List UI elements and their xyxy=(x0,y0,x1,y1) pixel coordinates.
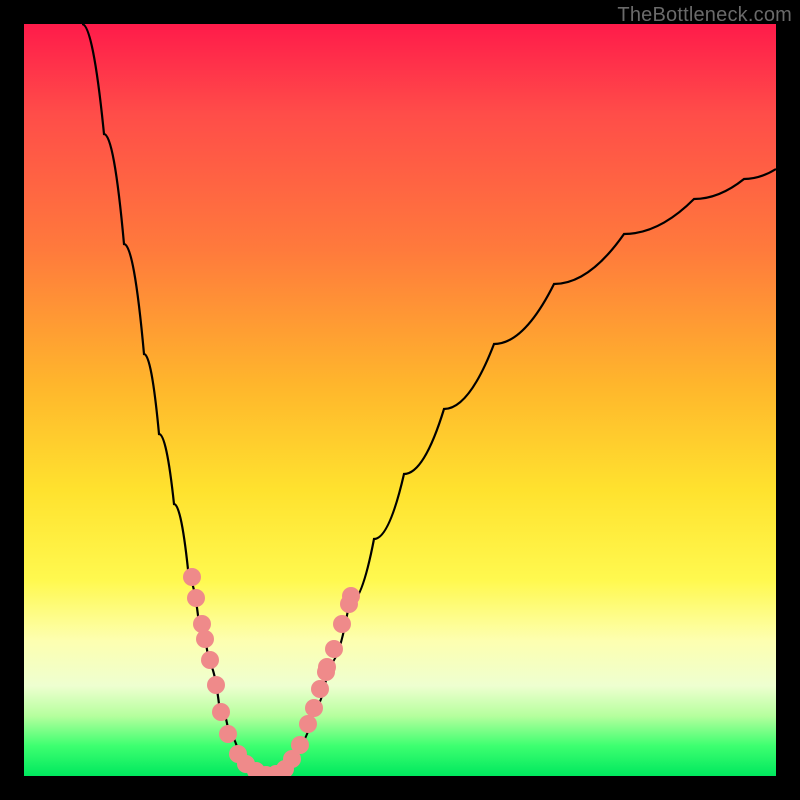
sample-point xyxy=(207,676,225,694)
sample-point xyxy=(187,589,205,607)
sample-point xyxy=(318,658,336,676)
sample-point xyxy=(183,568,201,586)
curve-left-curve xyxy=(82,24,269,775)
plot-svg xyxy=(24,24,776,776)
sample-point xyxy=(193,615,211,633)
sample-point xyxy=(305,699,323,717)
sample-point xyxy=(342,587,360,605)
curves-group xyxy=(82,24,776,775)
sample-point xyxy=(291,736,309,754)
markers-group xyxy=(183,568,360,776)
sample-point xyxy=(311,680,329,698)
sample-point xyxy=(299,715,317,733)
sample-point xyxy=(201,651,219,669)
chart-frame xyxy=(24,24,776,776)
watermark-text: TheBottleneck.com xyxy=(617,4,792,27)
curve-right-curve xyxy=(269,169,776,775)
sample-point xyxy=(196,630,214,648)
sample-point xyxy=(212,703,230,721)
sample-point xyxy=(219,725,237,743)
sample-point xyxy=(333,615,351,633)
sample-point xyxy=(325,640,343,658)
